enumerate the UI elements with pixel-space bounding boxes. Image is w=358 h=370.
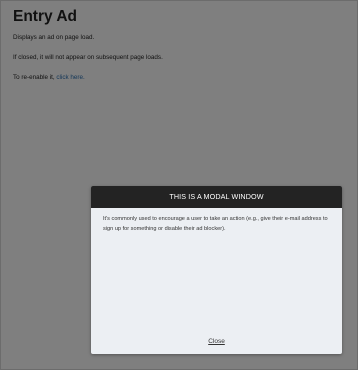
modal-body: It's commonly used to encourage a user t… bbox=[103, 216, 328, 232]
entry-ad-modal: THIS IS A MODAL WINDOW It's commonly use… bbox=[91, 186, 342, 354]
modal-title: THIS IS A MODAL WINDOW bbox=[91, 186, 342, 208]
modal-footer: Close bbox=[91, 338, 342, 345]
modal-close-link[interactable]: Close bbox=[208, 338, 225, 345]
